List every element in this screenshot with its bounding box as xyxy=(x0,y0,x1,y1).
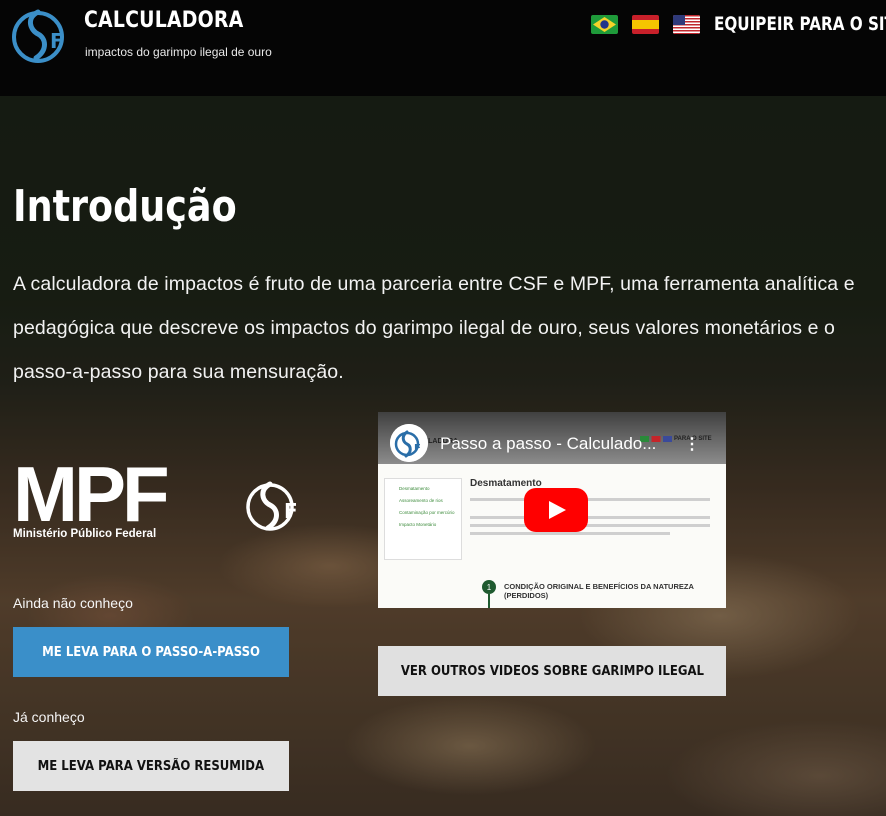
label-familiar: Já conheço xyxy=(13,709,85,725)
intro-paragraph: A calculadora de impactos é fruto de uma… xyxy=(13,273,855,383)
step-by-step-label: ME LEVA PARA O PASSO-A-PASSO xyxy=(42,644,260,660)
thumbnail-menu-item: Impacto Monetário xyxy=(399,522,437,527)
csf-logo-icon[interactable]: F xyxy=(8,4,74,66)
thumbnail-text-line xyxy=(470,498,710,501)
summary-version-button[interactable]: ME LEVA PARA VERSÃO RESUMIDA xyxy=(13,741,289,791)
flag-spain-icon[interactable] xyxy=(632,15,659,34)
mpf-logo: MPF Ministério Público Federal xyxy=(13,450,170,540)
brand-subtitle: impactos do garimpo ilegal de ouro xyxy=(85,45,272,59)
mpf-full-name: Ministério Público Federal xyxy=(13,528,157,540)
equip-site-link[interactable]: EQUIPEIR PARA O SITE xyxy=(714,13,886,35)
thumbnail-side-menu: Desmatamento Assoreamento de rios Contam… xyxy=(384,478,462,560)
more-videos-label: VER OUTROS VIDEOS SOBRE GARIMPO ILEGAL xyxy=(400,663,704,679)
thumbnail-heading: Desmatamento xyxy=(470,478,542,489)
csf-partner-logo-icon: F xyxy=(246,481,298,531)
svg-text:F: F xyxy=(284,499,298,523)
play-button-icon[interactable] xyxy=(524,488,588,532)
thumbnail-text-line xyxy=(470,532,670,535)
thumbnail-menu-item: Desmatamento xyxy=(399,486,430,491)
step-by-step-button[interactable]: ME LEVA PARA O PASSO-A-PASSO xyxy=(13,627,289,677)
thumbnail-step-badge: 1 xyxy=(482,580,496,594)
youtube-video-embed[interactable]: Desmatamento Assoreamento de rios Contam… xyxy=(378,412,726,608)
svg-text:F: F xyxy=(50,29,64,53)
more-videos-button[interactable]: VER OUTROS VIDEOS SOBRE GARIMPO ILEGAL xyxy=(378,646,726,696)
site-header: F CALCULADORA impactos do garimpo ilegal… xyxy=(0,0,886,96)
video-more-options-icon[interactable]: ⋮ xyxy=(684,434,700,454)
mpf-logo-text: MPF xyxy=(13,450,170,538)
channel-avatar-icon[interactable]: F xyxy=(390,424,428,462)
page-title: Introdução xyxy=(13,181,237,232)
video-title[interactable]: Passo a passo - Calculado... xyxy=(440,434,656,454)
label-not-familiar: Ainda não conheço xyxy=(13,595,133,611)
flag-usa-icon[interactable] xyxy=(673,15,700,34)
thumbnail-menu-item: Contaminação por mercúrio xyxy=(399,510,455,515)
thumbnail-text-line xyxy=(470,524,710,527)
brand-title: CALCULADORA xyxy=(84,8,244,33)
summary-version-label: ME LEVA PARA VERSÃO RESUMIDA xyxy=(37,758,265,774)
flag-brazil-icon[interactable] xyxy=(591,15,618,34)
thumbnail-text-line xyxy=(470,516,710,519)
thumbnail-menu-item: Assoreamento de rios xyxy=(399,498,443,503)
thumbnail-step-line xyxy=(488,594,490,608)
thumbnail-step-text: CONDIÇÃO ORIGINAL E BENEFÍCIOS DA NATURE… xyxy=(504,582,694,600)
svg-text:F: F xyxy=(414,443,421,454)
